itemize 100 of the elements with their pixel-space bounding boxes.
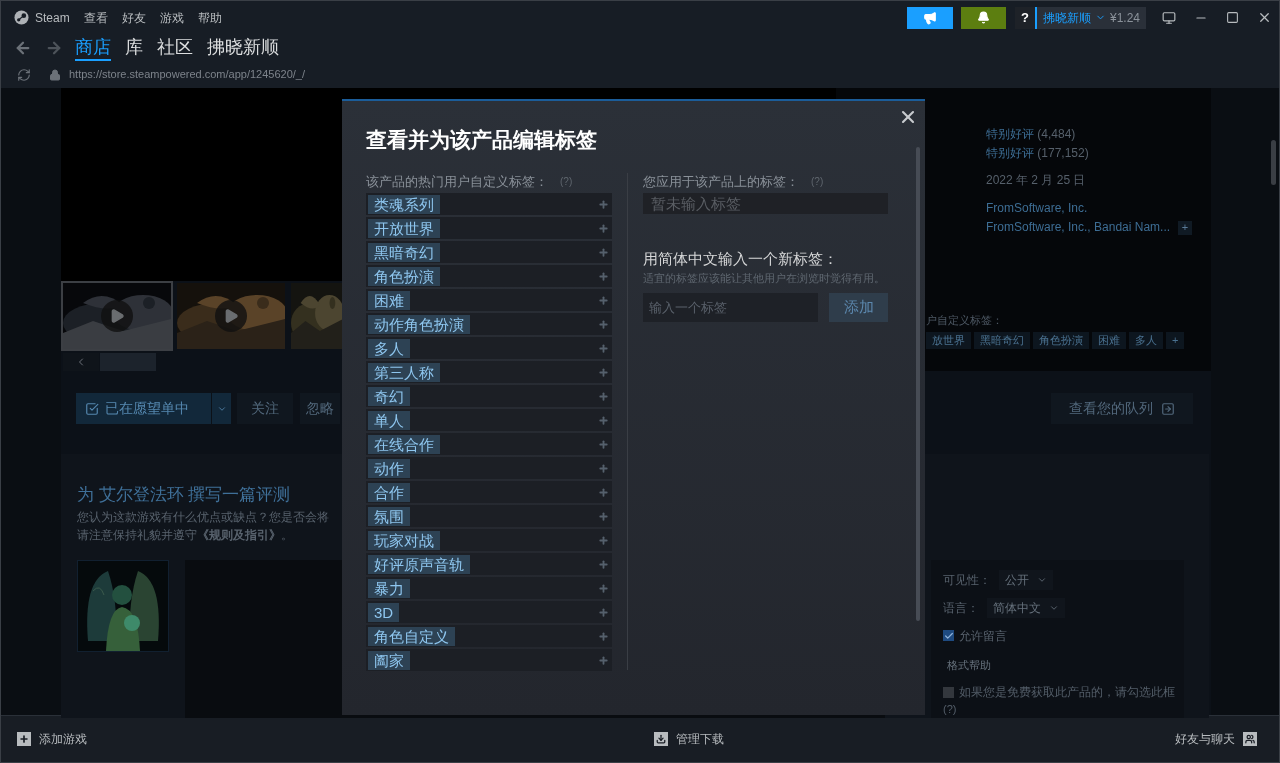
tag[interactable]: 角色自定义 — [368, 626, 455, 646]
plus-icon[interactable] — [598, 318, 609, 330]
plus-icon[interactable] — [598, 222, 609, 234]
tag[interactable]: 黑暗奇幻 — [368, 242, 440, 262]
plus-icon[interactable] — [598, 294, 609, 306]
tag-row[interactable]: 暴力 — [366, 577, 612, 599]
close-icon[interactable] — [1257, 10, 1272, 25]
tag-row[interactable]: 好评原声音轨 — [366, 553, 612, 575]
tag[interactable]: 在线合作 — [368, 434, 440, 454]
plus-icon[interactable] — [598, 198, 609, 210]
tag-row[interactable]: 单人 — [366, 409, 612, 431]
nav-tab[interactable]: 社区 — [157, 34, 193, 61]
plus-icon[interactable] — [598, 462, 609, 474]
tag[interactable]: 放世界 — [926, 331, 971, 349]
maximize-icon[interactable] — [1226, 11, 1239, 24]
downloads-button[interactable]: 管理下载 — [654, 730, 724, 748]
monitor-icon[interactable] — [1162, 10, 1176, 25]
tag[interactable]: 氛围 — [368, 506, 410, 526]
menu-item[interactable]: Steam — [35, 8, 70, 27]
checkbox[interactable] — [943, 630, 954, 641]
tag[interactable]: 类魂系列 — [368, 194, 440, 214]
tag-row[interactable]: 3D — [366, 601, 612, 623]
plus-icon[interactable] — [598, 606, 609, 618]
tag[interactable]: 合作 — [368, 482, 410, 502]
tag[interactable]: + — [1166, 331, 1185, 349]
tag-row[interactable]: 奇幻 — [366, 385, 612, 407]
tag[interactable]: 3D — [368, 602, 400, 622]
plus-icon[interactable] — [598, 270, 609, 282]
queue-button[interactable]: 查看您的队列 — [1051, 393, 1193, 424]
tag[interactable]: 阖家 — [368, 650, 410, 670]
plus-icon[interactable] — [598, 558, 609, 570]
tag-row[interactable]: 合作 — [366, 481, 612, 503]
tag[interactable]: 动作 — [368, 458, 410, 478]
friends-chat-button[interactable]: 好友与聊天 — [1175, 730, 1257, 748]
help-mark[interactable]: (?) — [943, 701, 957, 718]
wishlist-button[interactable]: 已在愿望单中 — [76, 393, 211, 424]
plus-icon[interactable] — [598, 486, 609, 498]
wishlist-dropdown-button[interactable] — [211, 393, 231, 424]
plus-icon[interactable] — [598, 510, 609, 522]
account-menu[interactable]: 拂晓新顺 ¥1.24 — [1036, 6, 1146, 29]
help-button[interactable]: ? — [1014, 6, 1037, 29]
more-button[interactable]: + — [1178, 220, 1193, 235]
tag[interactable]: 奇幻 — [368, 386, 410, 406]
tag[interactable]: 玩家对战 — [368, 530, 440, 550]
tag-row[interactable]: 动作角色扮演 — [366, 313, 612, 335]
tag[interactable]: 好评原声音轨 — [368, 554, 470, 574]
plus-icon[interactable] — [598, 390, 609, 402]
tag-row[interactable]: 角色自定义 — [366, 625, 612, 647]
dialog-scrollbar-thumb[interactable] — [916, 147, 920, 621]
tag-row[interactable]: 黑暗奇幻 — [366, 241, 612, 263]
nav-tab[interactable]: 拂晓新顺 — [207, 34, 279, 61]
tag-row[interactable]: 多人 — [366, 337, 612, 359]
tag[interactable]: 角色扮演 — [368, 266, 440, 286]
page-scrollbar-thumb[interactable] — [1271, 140, 1276, 185]
tag[interactable]: 单人 — [368, 410, 410, 430]
review-summary[interactable]: 特别好评 (4,484) — [986, 125, 1211, 144]
visibility-dropdown[interactable]: 公开 — [999, 569, 1053, 590]
tag[interactable]: 开放世界 — [368, 218, 440, 238]
tag[interactable]: 角色扮演 — [1033, 331, 1089, 349]
format-help-button[interactable]: 格式帮助 — [947, 656, 991, 673]
tag[interactable]: 暴力 — [368, 578, 410, 598]
menu-item[interactable]: 查看 — [83, 8, 108, 27]
checkbox[interactable] — [943, 686, 954, 698]
tag-row[interactable]: 氛围 — [366, 505, 612, 527]
tag[interactable]: 黑暗奇幻 — [974, 331, 1030, 349]
publisher-link[interactable]: FromSoftware, Inc., Bandai Nam... — [986, 218, 1171, 237]
plus-icon[interactable] — [598, 366, 609, 378]
announcements-button[interactable] — [906, 6, 953, 29]
follow-button[interactable]: 关注 — [237, 393, 293, 424]
tag-row[interactable]: 玩家对战 — [366, 529, 612, 551]
plus-icon[interactable] — [598, 630, 609, 642]
tag[interactable]: 困难 — [368, 290, 410, 310]
plus-icon[interactable] — [598, 582, 609, 594]
tag[interactable]: 动作角色扮演 — [368, 314, 470, 334]
review-summary[interactable]: 特别好评 (177,152) — [986, 144, 1211, 163]
plus-icon[interactable] — [598, 534, 609, 546]
plus-icon[interactable] — [598, 342, 609, 354]
language-dropdown[interactable]: 简体中文 — [987, 597, 1065, 618]
plus-icon[interactable] — [598, 246, 609, 258]
add-button[interactable]: 添加 — [829, 293, 888, 322]
menu-item[interactable]: 游戏 — [159, 8, 184, 27]
url-text[interactable]: https://store.steampowered.com/app/1245620/_/ — [69, 66, 306, 83]
menu-item[interactable]: 好友 — [121, 8, 146, 27]
tag-row[interactable]: 开放世界 — [366, 217, 612, 239]
plus-icon[interactable] — [598, 414, 609, 426]
tag-row[interactable]: 困难 — [366, 289, 612, 311]
plus-icon[interactable] — [598, 654, 609, 666]
tag[interactable]: 多人 — [368, 338, 410, 358]
tag-row[interactable]: 类魂系列 — [366, 193, 612, 215]
plus-icon[interactable] — [598, 438, 609, 450]
notifications-button[interactable] — [960, 6, 1006, 29]
menu-item[interactable]: 帮助 — [197, 8, 222, 27]
nav-tab[interactable]: 库 — [125, 34, 143, 61]
tag[interactable]: 多人 — [1129, 331, 1163, 349]
developer-link[interactable]: FromSoftware, Inc. — [986, 199, 1211, 218]
tag-row[interactable]: 角色扮演 — [366, 265, 612, 287]
tag-row[interactable]: 阖家 — [366, 649, 612, 671]
ignore-button[interactable]: 忽略 — [300, 393, 340, 424]
tag-row[interactable]: 在线合作 — [366, 433, 612, 455]
tag-row[interactable]: 第三人称 — [366, 361, 612, 383]
